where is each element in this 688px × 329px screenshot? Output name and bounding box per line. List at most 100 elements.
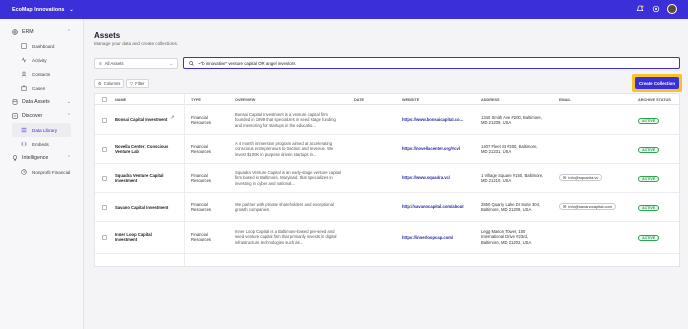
- table-row[interactable]: Savano Capital Investment Financial Reso…: [95, 193, 679, 222]
- chevron-up-icon: ⌃: [66, 113, 71, 119]
- row-checkbox[interactable]: [102, 235, 107, 240]
- sidebar-item-label: Cases: [32, 85, 46, 91]
- asset-type: Financial Resources: [191, 202, 212, 213]
- sidebar-item-data-library[interactable]: Data Library: [12, 123, 71, 137]
- sidebar-section-label: Intelligence: [22, 155, 49, 161]
- sidebar-section-data-assets[interactable]: Data Assets ⌄: [0, 95, 83, 109]
- sidebar-section-intelligence[interactable]: Intelligence ⌃: [0, 151, 83, 165]
- chart-icon: [21, 169, 27, 175]
- embed-icon: [21, 142, 27, 146]
- asset-address: 1 Village Square #150, Baltimore, MD 212…: [481, 173, 544, 184]
- search-input[interactable]: ~"b innovative" venture capital OR angel…: [183, 57, 680, 69]
- column-header-date[interactable]: DATE: [354, 98, 364, 102]
- org-switcher[interactable]: EcoMap Innovations ⌄: [12, 7, 74, 13]
- column-header-address[interactable]: ADDRESS: [481, 98, 500, 102]
- asset-address: Legg Mason Tower, 100 International Driv…: [481, 229, 532, 245]
- status-badge: ACTIVE: [638, 205, 660, 211]
- table-row[interactable]: Squadra Venture Capital Investment Finan…: [95, 164, 679, 193]
- column-header-name[interactable]: NAME: [115, 98, 126, 102]
- sidebar-item-label: Embeds: [32, 141, 49, 147]
- asset-type: Financial Resources: [191, 115, 212, 126]
- activity-icon: [21, 57, 27, 63]
- sidebar-item-nonprofit-financial[interactable]: Nonprofit Financial: [0, 165, 83, 179]
- sidebar-item-label: Activity: [32, 57, 47, 63]
- sidebar-section-label: Data Assets: [22, 99, 50, 105]
- table-row[interactable]: Novella Center: Conscious Venture Lab Fi…: [95, 135, 679, 164]
- row-checkbox[interactable]: [102, 176, 107, 181]
- column-header-status[interactable]: ARCHIVE STATUS: [638, 98, 671, 102]
- chevron-down-icon: ⌄: [66, 99, 71, 105]
- asset-type: Financial Resources: [191, 173, 212, 184]
- chevron-down-icon: ⌄: [169, 60, 173, 66]
- columns-button[interactable]: ⚙ Columns: [94, 79, 125, 88]
- sidebar-item-activity[interactable]: Activity: [0, 53, 83, 67]
- select-all-checkbox[interactable]: [102, 97, 107, 102]
- column-header-type[interactable]: TYPE: [191, 98, 201, 102]
- status-badge: ACTIVE: [638, 176, 660, 182]
- asset-name[interactable]: Bonsai Capital Investment: [115, 117, 167, 122]
- asset-address: 1407 Fleet St #200, Baltimore, MD 21231,…: [481, 144, 538, 155]
- asset-name[interactable]: Novella Center: Conscious Venture Lab: [115, 144, 175, 155]
- create-collection-button[interactable]: Create Collection: [635, 77, 679, 89]
- email-chip[interactable]: ✉ info@savanocapital.com: [559, 203, 616, 210]
- globe-icon: [12, 29, 18, 35]
- top-bar: EcoMap Innovations ⌄: [0, 0, 688, 19]
- database-icon: [12, 99, 18, 105]
- asset-website[interactable]: https://novellacenter.org/#cvl: [402, 146, 460, 151]
- sidebar-section-label: Discover: [22, 113, 43, 119]
- filter-icon: ▽: [130, 81, 134, 86]
- asset-address: 2850 Quarry Lake Dr Suite 304, Baltimore…: [481, 202, 541, 213]
- asset-overview: Inner Loop Capital is a Baltimore-based …: [235, 229, 337, 245]
- asset-type-value: All Assets: [104, 61, 124, 66]
- sidebar-item-label: Data Library: [32, 127, 58, 133]
- table-row[interactable]: Inner Loop Capital Investment Financial …: [95, 222, 679, 254]
- table-row[interactable]: Bonsai Capital Investment ↗ Financial Re…: [95, 106, 679, 135]
- asset-overview: Squadra Venture Capital is an early-stag…: [235, 170, 341, 186]
- sidebar-item-contacts[interactable]: Contacts: [0, 67, 83, 81]
- contacts-icon: [21, 71, 27, 77]
- column-header-website[interactable]: WEBSITE: [402, 98, 419, 102]
- mail-icon: ✉: [563, 204, 567, 209]
- chevron-down-icon: ⌄: [69, 6, 74, 13]
- sidebar-item-cases[interactable]: Cases: [0, 81, 83, 95]
- search-icon: [189, 60, 194, 66]
- asset-type: Financial Resources: [191, 232, 212, 243]
- asset-email: info@squadra.vc: [568, 175, 599, 180]
- external-link-icon[interactable]: ↗: [170, 115, 175, 121]
- column-header-email[interactable]: EMAIL: [559, 98, 571, 102]
- main-content: Assets Manage your data and create colle…: [85, 19, 688, 329]
- row-checkbox[interactable]: [102, 205, 107, 210]
- search-value: ~"b innovative" venture capital OR angel…: [198, 60, 296, 66]
- sidebar-item-embeds[interactable]: Embeds: [0, 137, 83, 151]
- table-header: NAME TYPE OVERVIEW DATE WEBSITE ADDRESS …: [95, 94, 679, 105]
- asset-website[interactable]: http://savanocapital.com/about: [402, 204, 464, 209]
- asset-overview: A 4 month immersion program aimed at acc…: [235, 141, 334, 157]
- asset-name[interactable]: Inner Loop Capital Investment: [115, 232, 171, 243]
- sidebar-section-erm[interactable]: ERM ⌃: [0, 25, 83, 39]
- sidebar-section-label: ERM: [22, 29, 34, 35]
- asset-name[interactable]: Squadra Venture Capital Investment: [115, 173, 177, 184]
- avatar[interactable]: [667, 4, 677, 14]
- column-header-overview[interactable]: OVERVIEW: [235, 98, 255, 102]
- asset-type: Financial Resources: [191, 144, 212, 155]
- sidebar: ERM ⌃ Dashboard Activity Contacts Cases …: [0, 19, 84, 329]
- status-badge: ACTIVE: [638, 147, 660, 153]
- filter-button[interactable]: ▽ Filter: [126, 79, 149, 88]
- sidebar-section-discover[interactable]: Discover ⌃: [0, 109, 83, 123]
- sidebar-item-label: Dashboard: [32, 43, 55, 49]
- cases-icon: [21, 85, 27, 91]
- row-checkbox[interactable]: [102, 147, 107, 152]
- sidebar-item-dashboard[interactable]: Dashboard: [0, 39, 83, 53]
- asset-type-select[interactable]: ≡ All Assets ⌄: [94, 58, 178, 69]
- row-checkbox[interactable]: [102, 118, 107, 123]
- asset-website[interactable]: https://innerloopcap.com/: [402, 235, 453, 240]
- status-badge: ACTIVE: [638, 118, 660, 124]
- mail-icon: ✉: [563, 175, 567, 180]
- asset-website[interactable]: https://www.bonsaicapital.co...: [402, 117, 463, 122]
- gear-icon[interactable]: [651, 4, 661, 14]
- notifications-icon[interactable]: [635, 4, 645, 14]
- email-chip[interactable]: ✉ info@squadra.vc: [559, 174, 603, 181]
- asset-name[interactable]: Savano Capital Investment: [115, 205, 168, 210]
- asset-website[interactable]: https://www.squadra.vc/: [402, 175, 450, 180]
- library-icon: [21, 127, 27, 133]
